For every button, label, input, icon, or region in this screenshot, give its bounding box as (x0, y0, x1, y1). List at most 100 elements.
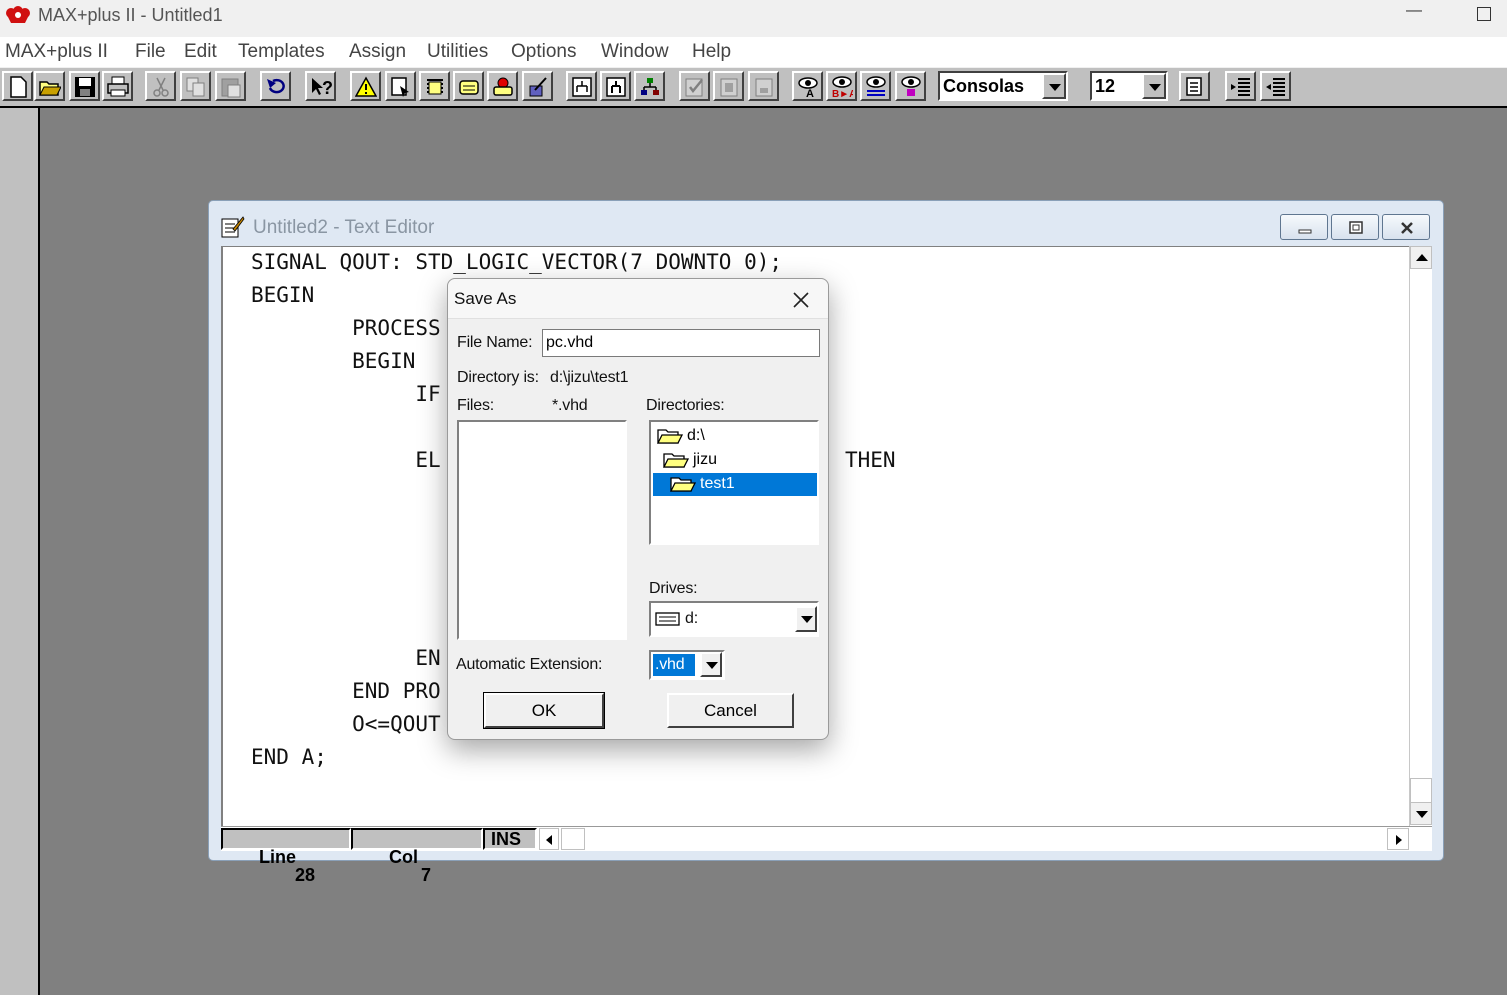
find-next-button[interactable] (860, 71, 891, 101)
editor-2-button[interactable] (419, 71, 450, 101)
editor-3-button[interactable] (453, 71, 484, 101)
close-icon[interactable] (790, 289, 812, 311)
menu-file[interactable]: File (135, 41, 166, 63)
directories-label: Directories: (646, 397, 725, 414)
chevron-down-icon[interactable] (1142, 73, 1166, 99)
print-button[interactable] (102, 71, 133, 101)
editor-title: Untitled2 - Text Editor (253, 217, 435, 238)
code-line: IF (251, 382, 441, 406)
menu-maxplus[interactable]: MAX+plus II (5, 41, 108, 63)
directory-item[interactable]: d:\ (657, 425, 807, 448)
scroll-right-button[interactable] (1387, 828, 1409, 850)
app-title-bar: MAX+plus II - Untitled1 — (0, 0, 1507, 36)
chevron-down-icon[interactable] (700, 652, 722, 677)
menu-utilities[interactable]: Utilities (427, 41, 488, 63)
menu-edit[interactable]: Edit (184, 41, 217, 63)
undo-button[interactable] (260, 71, 291, 101)
font-style-button[interactable] (1179, 71, 1210, 101)
print-icon (107, 76, 129, 97)
menu-bar: MAX+plus II File Edit Templates Assign U… (0, 37, 1507, 67)
file-name-input[interactable] (542, 329, 820, 357)
open-file-icon (39, 81, 61, 96)
font-size-value: 12 (1095, 76, 1116, 96)
directory-item-label: jizu (693, 451, 718, 468)
hierarchy-3-button[interactable] (634, 71, 665, 101)
check-button[interactable] (679, 71, 710, 101)
scroll-up-button[interactable] (1410, 246, 1432, 269)
status-line: Line 28 (221, 828, 351, 884)
file-name-label: File Name: (457, 334, 533, 351)
menu-window[interactable]: Window (601, 41, 669, 63)
directory-item-label: d:\ (687, 427, 705, 444)
hierarchy-2-button[interactable] (600, 71, 631, 101)
editor-4-button[interactable] (487, 71, 518, 101)
editor-1-button[interactable] (385, 71, 416, 101)
find-replace-button[interactable]: B►A (826, 71, 857, 101)
directory-item-selected[interactable]: test1 (653, 473, 817, 496)
font-name-select[interactable]: Consolas (938, 71, 1068, 101)
vertical-scrollbar[interactable] (1409, 246, 1432, 826)
compile-warning-button[interactable] (350, 71, 381, 101)
find-button[interactable]: A (792, 71, 823, 101)
open-folder-icon (663, 453, 689, 468)
hard-drive-icon (655, 612, 680, 626)
code-line: BEGIN (251, 283, 315, 307)
menu-assign[interactable]: Assign (349, 41, 406, 63)
scroll-thumb[interactable] (1410, 778, 1432, 803)
save-icon (75, 77, 95, 97)
chevron-down-icon[interactable] (795, 606, 817, 632)
toolbar: ? A B►A Consolas 12 (0, 68, 1507, 108)
directory-item[interactable]: jizu (663, 449, 813, 472)
gray-1-icon (720, 78, 738, 97)
context-help-button[interactable]: ? (305, 71, 336, 101)
gray-2-icon (755, 78, 773, 97)
new-file-button[interactable] (2, 71, 33, 101)
dialog-title-bar: Save As (448, 279, 828, 319)
hierarchy-1-button[interactable] (566, 71, 597, 101)
editor-5-button[interactable] (522, 71, 553, 101)
font-size-select[interactable]: 12 (1090, 71, 1168, 101)
gray-1-button[interactable] (713, 71, 744, 101)
cut-button[interactable] (145, 71, 176, 101)
directory-label: Directory is: (457, 369, 539, 386)
editor-minimize-button[interactable] (1280, 214, 1328, 240)
font-name-value: Consolas (943, 76, 1025, 96)
editor-close-button[interactable] (1382, 214, 1430, 240)
directories-list[interactable]: d:\ jizu test1 (649, 420, 819, 545)
status-col: Col 7 (351, 828, 483, 884)
status-line-label: Line (259, 847, 297, 867)
horizontal-scroll-thumb[interactable] (561, 828, 585, 850)
drives-select[interactable]: d: (649, 601, 819, 637)
maximize-button[interactable] (1472, 6, 1496, 26)
left-panel (0, 108, 40, 995)
scroll-left-button[interactable] (539, 828, 559, 850)
copy-button[interactable] (180, 71, 211, 101)
scroll-down-button[interactable] (1410, 802, 1432, 825)
paste-button[interactable] (215, 71, 246, 101)
minimize-icon: — (1406, 2, 1422, 19)
indent-button[interactable] (1225, 71, 1256, 101)
menu-help[interactable]: Help (692, 41, 731, 63)
code-line: SIGNAL QOUT: STD_LOGIC_VECTOR(7 DOWNTO 0… (251, 250, 783, 274)
font-style-icon (1186, 77, 1202, 96)
cut-icon (153, 77, 169, 97)
cancel-button[interactable]: Cancel (667, 693, 794, 728)
outdent-button[interactable] (1260, 71, 1291, 101)
menu-templates[interactable]: Templates (238, 41, 325, 63)
editor-restore-button[interactable] (1331, 214, 1379, 240)
status-line-value: 28 (295, 865, 316, 885)
find-matching-button[interactable] (895, 71, 926, 101)
files-list[interactable] (457, 420, 627, 640)
arrow-down-icon (1416, 811, 1428, 818)
gray-2-button[interactable] (748, 71, 779, 101)
open-file-button[interactable] (34, 71, 65, 101)
menu-options[interactable]: Options (511, 41, 576, 63)
chevron-down-icon[interactable] (1042, 73, 1066, 99)
auto-ext-select[interactable]: .vhd (649, 650, 725, 680)
ok-button[interactable]: OK (483, 692, 605, 729)
find-icon: A (798, 77, 818, 98)
save-button[interactable] (69, 71, 100, 101)
editor-2-icon (427, 79, 443, 95)
indent-icon (1231, 78, 1250, 96)
minimize-button[interactable]: — (1402, 2, 1426, 22)
